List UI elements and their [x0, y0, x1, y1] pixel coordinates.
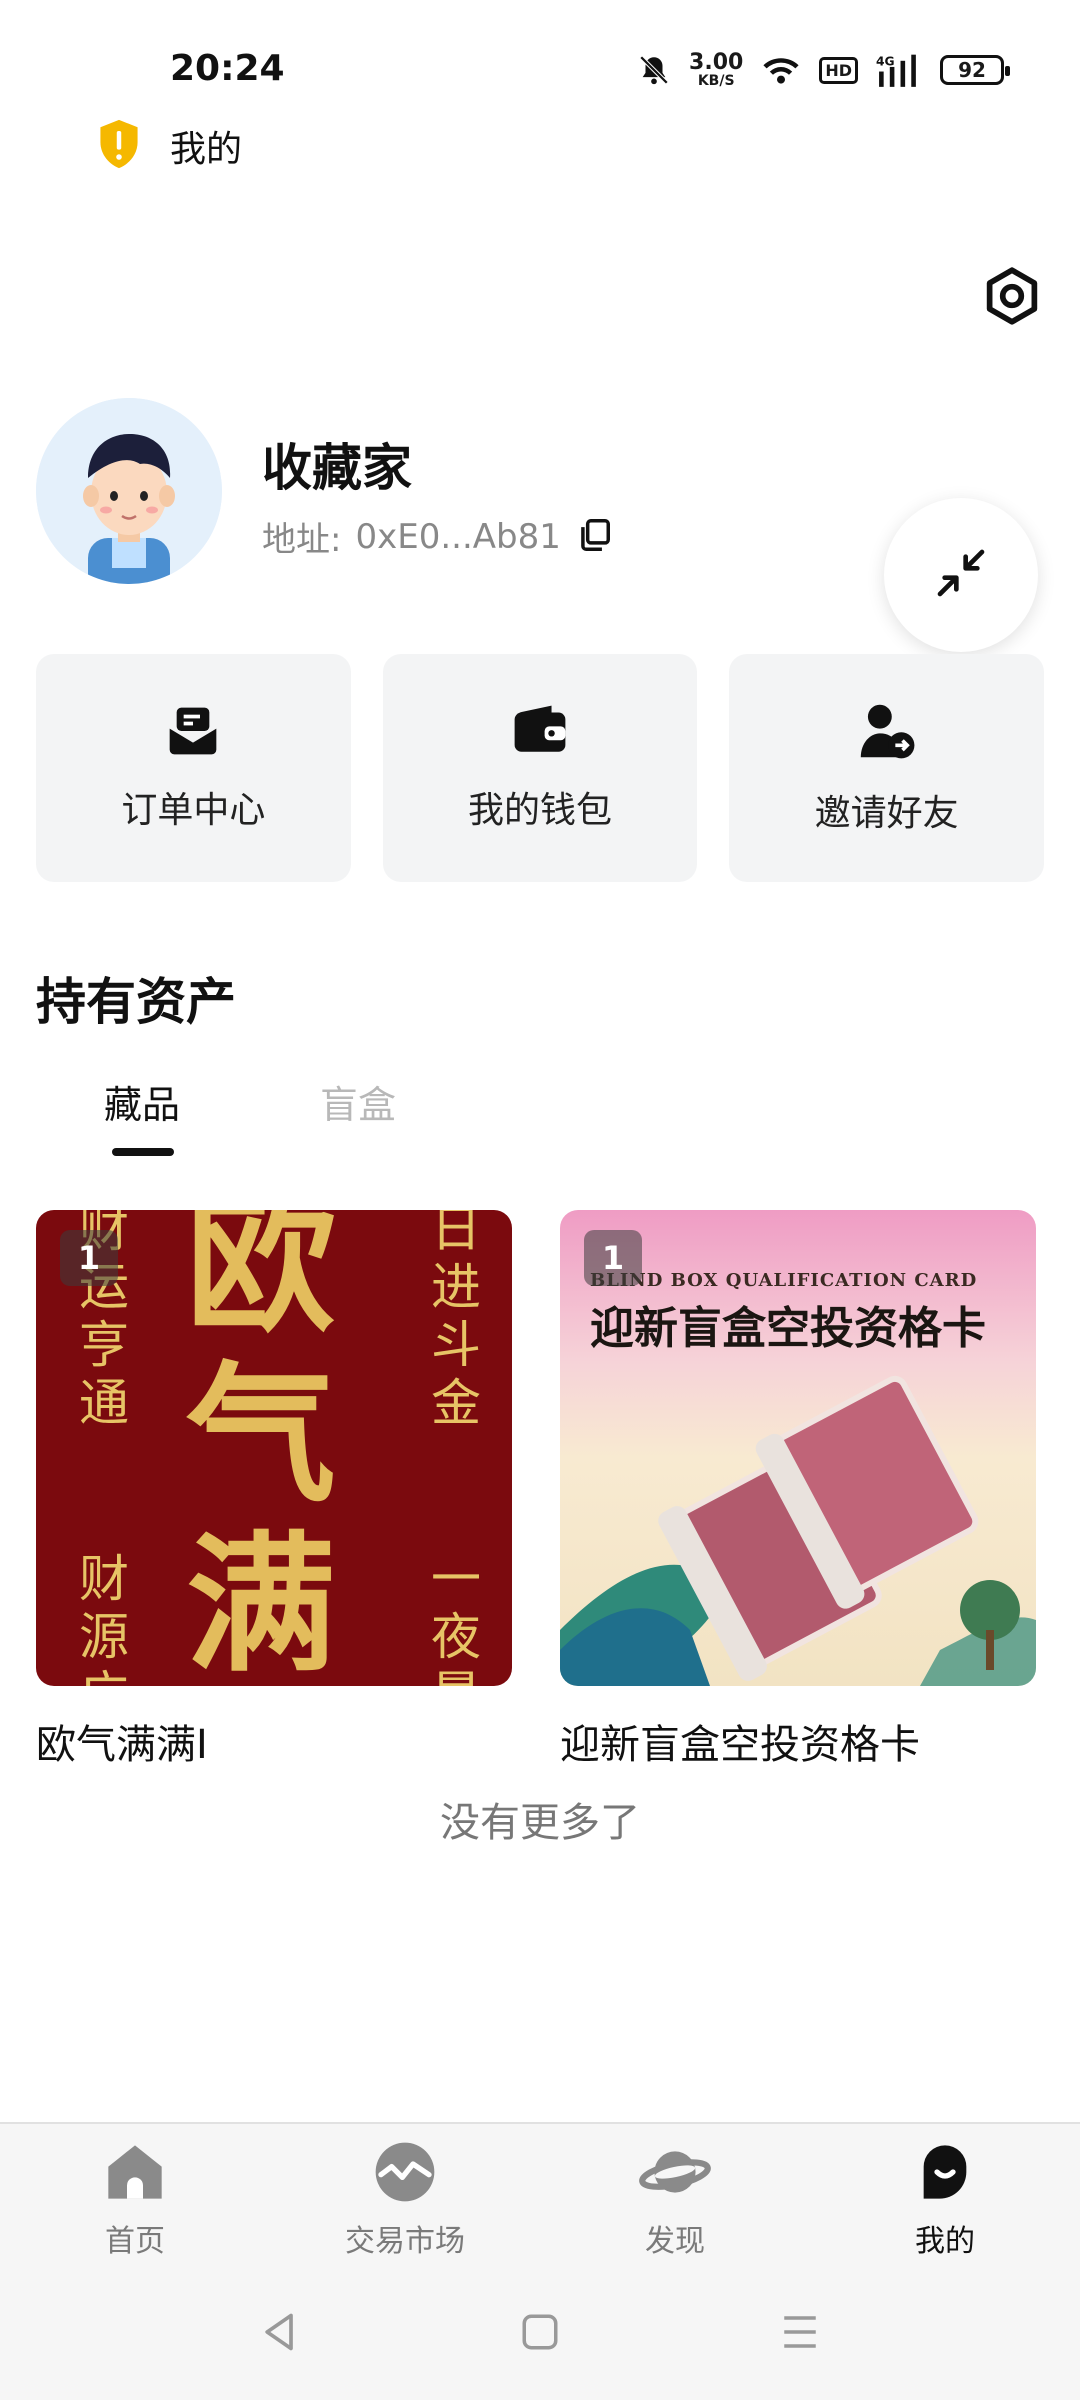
status-icons: 3.00 KB/S HD 4G 92 [637, 50, 1010, 89]
collectible-card[interactable]: BLIND BOX QUALIFICATION CARD 迎新盲盒空投资格卡 1 [560, 1210, 1036, 1770]
wallet-button[interactable]: 我的钱包 [382, 654, 698, 882]
settings-button[interactable] [980, 266, 1044, 330]
profile-icon [913, 2140, 977, 2208]
network-speed: 3.00 KB/S [689, 50, 744, 89]
shield-warning-icon [96, 118, 142, 174]
hd-badge: HD [819, 56, 858, 84]
nav-home[interactable]: 首页 [0, 2124, 270, 2268]
collectible-image: 欧气满满 财运亨通 日进斗金 财源广 一夜暴 1 [36, 1210, 512, 1686]
wifi-icon [761, 54, 801, 86]
collectible-image: BLIND BOX QUALIFICATION CARD 迎新盲盒空投资格卡 1 [560, 1210, 1036, 1686]
mute-bell-icon [637, 53, 671, 87]
tab-blind-box[interactable]: 盲盒 [320, 1074, 396, 1129]
art-right-top-calligraphy: 日进斗金 [431, 1210, 481, 1432]
invite-friends-label: 邀请好友 [814, 793, 959, 834]
nav-market-label: 交易市场 [345, 2224, 465, 2259]
page-title: 我的 [170, 129, 243, 170]
gear-icon [981, 265, 1043, 331]
planet-icon [639, 2140, 711, 2208]
collectible-name: 欧气满满I [36, 1722, 208, 1768]
assets-title: 持有资产 [36, 973, 236, 1031]
back-triangle-icon [258, 2310, 302, 2358]
end-of-list-text: 没有更多了 [440, 1800, 640, 1846]
battery-icon: 92 [940, 55, 1010, 85]
bottom-nav: 首页 交易市场 发现 我的 [0, 2122, 1080, 2268]
security-row[interactable]: 我的 [96, 118, 242, 174]
wallet-icon [510, 703, 570, 763]
nav-discover-label: 发现 [645, 2224, 705, 2259]
address-label: 地址: [262, 520, 342, 560]
collapse-arrows-icon [933, 545, 989, 605]
nav-discover[interactable]: 发现 [540, 2124, 810, 2268]
order-center-button[interactable]: 订单中心 [36, 654, 351, 882]
order-center-label: 订单中心 [121, 790, 266, 831]
art-right-bottom-calligraphy: 一夜暴 [431, 1550, 481, 1686]
order-icon [165, 703, 221, 763]
tab-collectibles[interactable]: 藏品 [104, 1074, 180, 1129]
collectible-card[interactable]: 欧气满满 财运亨通 日进斗金 财源广 一夜暴 1 欧气满满I [36, 1210, 512, 1770]
collectible-name: 迎新盲盒空投资格卡 [560, 1722, 920, 1768]
cellular-signal-icon: 4G [876, 53, 922, 87]
art-main-calligraphy: 欧气满满 [185, 1210, 336, 1686]
system-home-button[interactable] [410, 2311, 670, 2357]
nav-profile-label: 我的 [915, 2224, 975, 2259]
home-icon [103, 2140, 167, 2208]
system-menu-button[interactable] [670, 2311, 930, 2357]
svg-text:4G: 4G [876, 54, 895, 68]
art-left-bottom-calligraphy: 财源广 [79, 1550, 129, 1686]
invite-friends-button[interactable]: 邀请好友 [729, 654, 1045, 882]
system-back-button[interactable] [150, 2310, 410, 2358]
market-icon [373, 2140, 437, 2208]
username: 收藏家 [262, 439, 412, 497]
item-count-badge: 1 [60, 1230, 118, 1286]
wallet-label: 我的钱包 [468, 790, 613, 831]
nav-profile[interactable]: 我的 [810, 2124, 1080, 2268]
tab-active-indicator [112, 1148, 174, 1156]
invite-friend-icon [857, 700, 917, 766]
system-navigation-bar [0, 2268, 1080, 2400]
status-bar: 20:24 3.00 KB/S HD 4G 92 [0, 0, 1080, 120]
home-square-icon [519, 2311, 561, 2357]
nav-market[interactable]: 交易市场 [270, 2124, 540, 2268]
avatar[interactable] [36, 398, 222, 584]
menu-lines-icon [779, 2311, 821, 2357]
item-count-badge: 1 [584, 1230, 642, 1286]
wallet-address: 地址: 0xE0...Ab81 [262, 512, 613, 561]
collapse-button[interactable] [884, 498, 1038, 652]
nav-home-label: 首页 [105, 2224, 165, 2259]
address-value: 0xE0...Ab81 [355, 516, 561, 557]
status-time: 20:24 [170, 48, 285, 89]
quick-actions: 订单中心 我的钱包 邀请好友 [36, 654, 1045, 882]
copy-icon[interactable] [575, 516, 613, 558]
